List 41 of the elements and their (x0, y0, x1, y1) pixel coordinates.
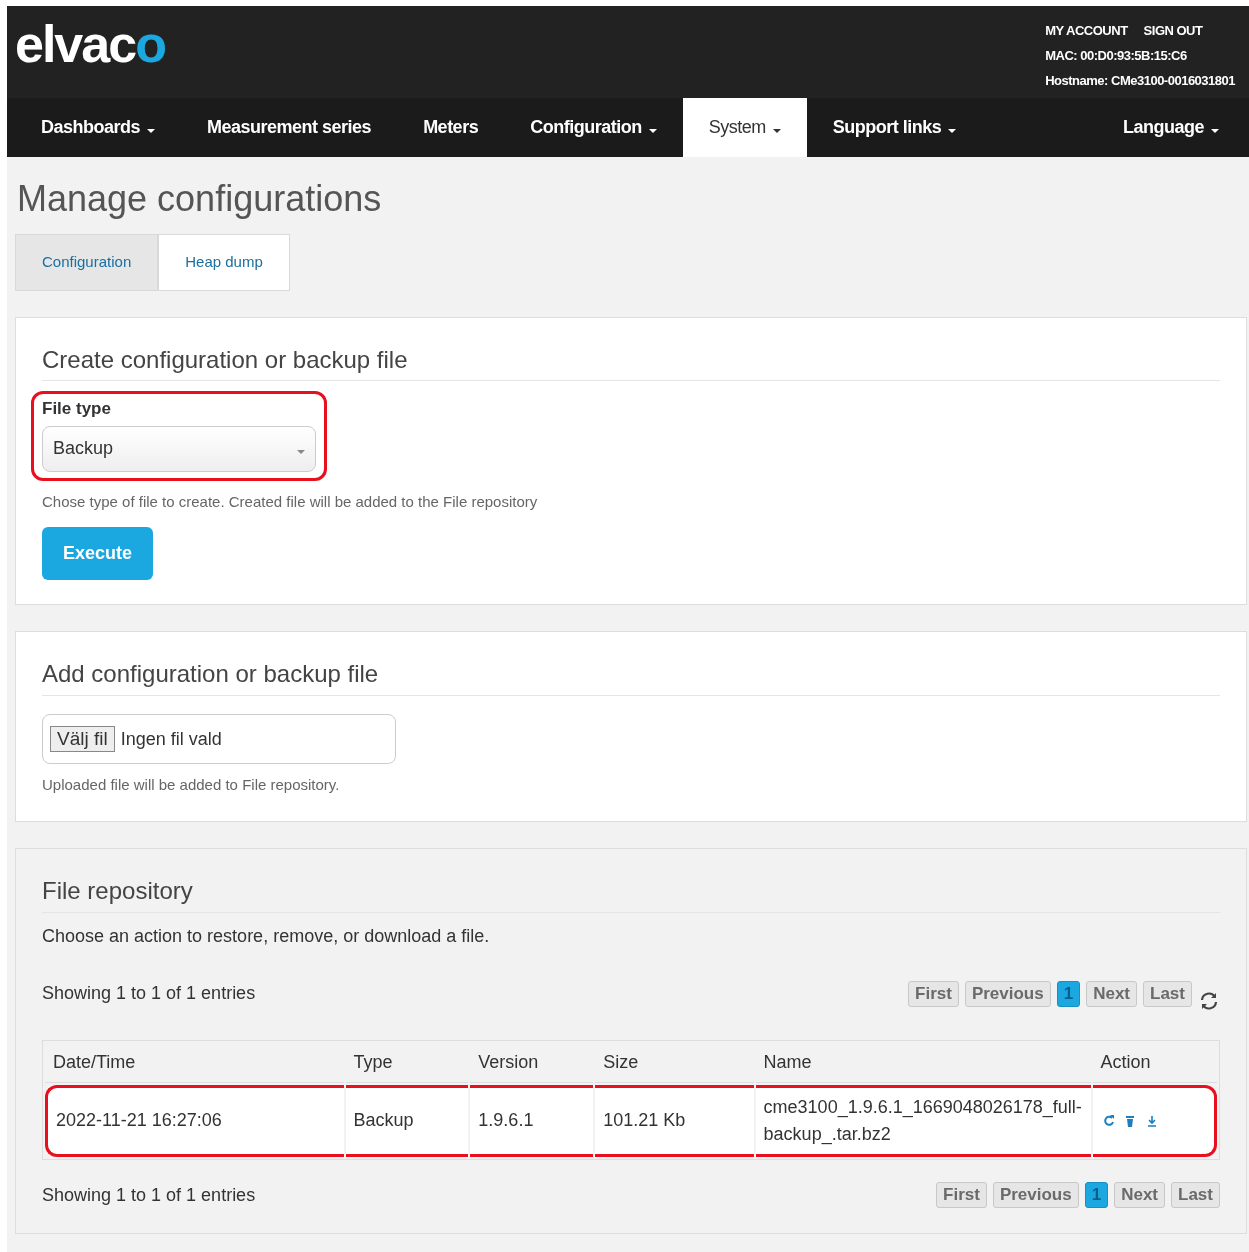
hostname: Hostname: CMe3100-0016031801 (1045, 72, 1235, 90)
help-text: Chose type of file to create. Created file will be added to the File repository (42, 492, 539, 512)
pager-button[interactable]: Previous (992, 1182, 1079, 1209)
pager-button[interactable]: Next (1086, 980, 1138, 1007)
entries-count: Showing 1 to 1 of 1 entries (42, 982, 256, 1006)
refresh-icon[interactable] (1198, 989, 1220, 1012)
nav-item[interactable]: Measurement series (181, 98, 398, 157)
table-cell: 1.9.6.1 (470, 1084, 594, 1157)
table-cell: 101.21 Kb (595, 1084, 754, 1157)
nav-item[interactable]: Support links (806, 98, 983, 157)
panel-title: Add configuration or backup file (42, 660, 1220, 697)
caret-icon (297, 450, 305, 454)
nav-item[interactable]: System (682, 98, 807, 157)
nav-item[interactable]: Dashboards (15, 98, 182, 157)
pager-button[interactable]: First (936, 1182, 987, 1209)
panel-title: File repository (42, 876, 1220, 913)
description-text: Choose an action to restore, remove, or download a file. (42, 924, 491, 948)
panel-title: Create configuration or backup file (42, 345, 1220, 382)
page-title: Manage configurations (16, 177, 383, 221)
help-text: Uploaded file will be added to File repository. (42, 775, 341, 796)
account-link[interactable]: SIGN OUT (1143, 18, 1203, 43)
tab[interactable]: Configuration (15, 234, 159, 291)
file-type-select[interactable]: Backup (42, 426, 316, 472)
table-cell: 2022-11-21 16:27:06 (45, 1084, 344, 1157)
file-input[interactable]: Välj fil Ingen fil vald (42, 714, 396, 765)
pager-button[interactable]: Next (1114, 1182, 1166, 1209)
table-cell: cme3100_1.9.6.1_1669048026178_full-backup_.tar.bz2 (755, 1084, 1091, 1157)
logo: elvaco (15, 18, 165, 75)
field-label: File type (42, 398, 112, 421)
pager-button[interactable]: Last (1171, 1182, 1220, 1209)
nav-item[interactable]: Configuration (504, 98, 683, 157)
nav-item[interactable]: Language (1097, 98, 1249, 157)
pager-button[interactable]: First (908, 980, 959, 1007)
account-link[interactable]: MY ACCOUNT (1045, 18, 1128, 43)
nav-item[interactable]: Meters (397, 98, 505, 157)
pager-button[interactable]: Last (1143, 980, 1192, 1007)
tab[interactable]: Heap dump (158, 234, 290, 291)
pager-button[interactable]: Previous (964, 980, 1051, 1007)
entries-count: Showing 1 to 1 of 1 entries (42, 1183, 256, 1207)
table-cell: Backup (345, 1084, 469, 1157)
mac-address: MAC: 00:D0:93:5B:15:C6 (1045, 47, 1188, 65)
